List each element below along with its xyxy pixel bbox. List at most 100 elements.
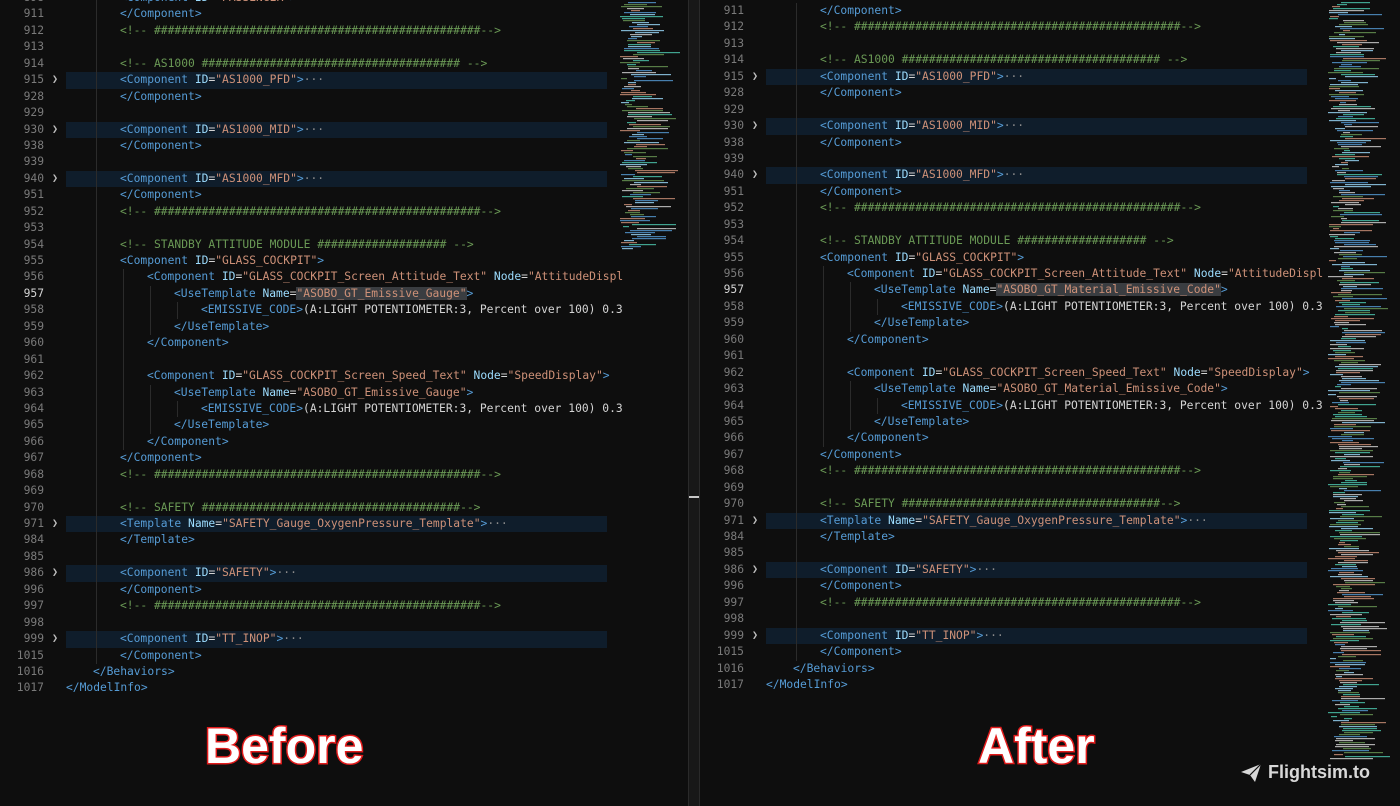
code-line[interactable]: 953	[700, 216, 1307, 234]
code-line[interactable]: 964 <EMISSIVE_CODE>(A:LIGHT POTENTIOMETER…	[700, 397, 1323, 414]
code-line[interactable]: 971 ❯ <Template Name="SAFETY_Gauge_OxygenP…	[700, 512, 1307, 529]
code-line[interactable]: 959 </UseTemplate>	[700, 315, 1307, 332]
code-text[interactable]: </Component>	[120, 89, 202, 105]
code-text[interactable]: </Component>	[120, 450, 202, 466]
code-line[interactable]: 966 </Component>	[700, 430, 1307, 447]
code-line[interactable]: 913	[0, 39, 607, 56]
code-line[interactable]: 969	[0, 483, 607, 500]
code-line[interactable]: 957 <UseTemplate Name="ASOBO_GT_Emissive_…	[0, 285, 607, 303]
code-line[interactable]: 1016 </Behaviors>	[0, 664, 607, 680]
fold-chevron-icon[interactable]: ❯	[52, 171, 58, 187]
code-line[interactable]: 928 </Component>	[0, 88, 607, 106]
code-line[interactable]: 912 <!-- ################################…	[0, 22, 607, 40]
code-line[interactable]: 952 <!-- ################################…	[700, 200, 1307, 217]
code-text[interactable]: <EMISSIVE_CODE>(A:LIGHT POTENTIOMETER:3,…	[201, 302, 623, 318]
code-line[interactable]: 928 </Component>	[700, 85, 1307, 102]
code-line[interactable]: 940 ❯ <Component ID="AS1000_MFD">···	[700, 167, 1307, 184]
code-line[interactable]: 963 <UseTemplate Name="ASOBO_GT_Material_…	[700, 381, 1307, 398]
code-line[interactable]: 965 </UseTemplate>	[0, 417, 607, 434]
code-line[interactable]: 939	[0, 154, 607, 171]
code-text[interactable]: </Component>	[120, 582, 202, 598]
code-line[interactable]: 938 </Component>	[700, 134, 1307, 151]
fold-chevron-icon[interactable]: ❯	[52, 516, 58, 532]
code-line[interactable]: 929	[700, 101, 1307, 119]
minimap-before[interactable]	[618, 0, 688, 806]
code-line[interactable]: 996 </Component>	[0, 581, 607, 599]
code-text[interactable]: </Component>	[820, 447, 902, 463]
code-line[interactable]: 970 <!-- SAFETY #########################…	[0, 499, 607, 516]
code-text[interactable]: </Component>	[120, 138, 202, 154]
fold-chevron-icon[interactable]: ❯	[752, 167, 758, 183]
code-text[interactable]: <Component ID="AS1000_PFD">···	[820, 69, 1024, 85]
code-text[interactable]: <!-- ###################################…	[820, 200, 1201, 216]
fold-chevron-icon[interactable]: ❯	[52, 72, 58, 88]
code-area-before[interactable]: 898<Component ID="PASSENGER">911</Compon…	[0, 0, 623, 697]
code-text[interactable]: <UseTemplate Name="ASOBO_GT_Material_Emi…	[874, 381, 1228, 397]
code-text[interactable]: <Component ID="AS1000_MID">···	[120, 122, 324, 138]
code-line[interactable]: 1016 </Behaviors>	[700, 661, 1307, 677]
code-line[interactable]: 968 <!-- ################################…	[0, 466, 607, 484]
code-text[interactable]: </Component>	[847, 332, 929, 348]
code-line[interactable]: 984 </Template>	[0, 532, 607, 549]
code-text[interactable]: </Component>	[820, 135, 902, 151]
code-line[interactable]: 955 <Component ID="GLASS_COCKPIT">	[0, 253, 607, 270]
code-line[interactable]: 966 </Component>	[0, 433, 607, 451]
code-text[interactable]: <Component ID="AS1000_MFD">···	[120, 171, 324, 187]
code-text[interactable]: <!-- AS1000 ############################…	[820, 52, 1187, 68]
code-text[interactable]: <!-- SAFETY ############################…	[820, 496, 1180, 512]
code-line[interactable]: 996 </Component>	[700, 578, 1307, 595]
code-text[interactable]: <Component ID="GLASS_COCKPIT_Screen_Atti…	[847, 266, 1323, 282]
code-line[interactable]: 997 <!-- ################################…	[700, 594, 1307, 612]
code-line[interactable]: 964 <EMISSIVE_CODE>(A:LIGHT POTENTIOMETER…	[0, 400, 623, 418]
fold-chevron-icon[interactable]: ❯	[752, 118, 758, 134]
code-line[interactable]: 952 <!-- ################################…	[0, 203, 607, 221]
code-line[interactable]: 939	[700, 150, 1307, 168]
code-text[interactable]: </ModelInfo>	[766, 677, 848, 693]
code-text[interactable]: </Template>	[820, 529, 895, 545]
code-text[interactable]: </ModelInfo>	[66, 680, 148, 696]
code-line[interactable]: 961	[700, 348, 1307, 365]
fold-chevron-icon[interactable]: ❯	[752, 513, 758, 529]
code-text[interactable]: <Component ID="GLASS_COCKPIT_Screen_Spee…	[147, 368, 610, 384]
code-text[interactable]: <Component ID="GLASS_COCKPIT">	[120, 253, 324, 269]
code-text[interactable]: <!-- ###################################…	[120, 598, 501, 614]
code-text[interactable]: <!-- ###################################…	[120, 204, 501, 220]
code-line[interactable]: 930 ❯ <Component ID="AS1000_MID">···	[700, 118, 1307, 135]
code-line[interactable]: 940 ❯ <Component ID="AS1000_MFD">···	[0, 170, 607, 188]
code-text[interactable]: <UseTemplate Name="ASOBO_GT_Emissive_Gau…	[174, 286, 473, 302]
code-text[interactable]: <Component ID="SAFETY">···	[120, 565, 297, 581]
scrollbar-marker[interactable]	[689, 496, 699, 498]
code-text[interactable]: <Component ID="GLASS_COCKPIT_Screen_Atti…	[147, 269, 623, 285]
code-line[interactable]: 951 </Component>	[0, 187, 607, 204]
code-line[interactable]: 951 </Component>	[700, 183, 1307, 201]
code-text[interactable]: </UseTemplate>	[174, 417, 269, 433]
code-text[interactable]: <UseTemplate Name="ASOBO_GT_Material_Emi…	[874, 282, 1228, 298]
code-text[interactable]: </Template>	[120, 532, 195, 548]
code-line[interactable]: 997 <!-- ################################…	[0, 598, 607, 615]
code-line[interactable]: 930 ❯ <Component ID="AS1000_MID">···	[0, 121, 607, 138]
code-line[interactable]: 984 </Template>	[700, 529, 1307, 546]
code-text[interactable]: <Component ID="GLASS_COCKPIT">	[820, 250, 1024, 266]
code-line[interactable]: 1017 </ModelInfo>	[0, 680, 607, 696]
code-text[interactable]: <Component ID="TT_INOP">···	[820, 628, 1004, 644]
fold-chevron-icon[interactable]: ❯	[752, 628, 758, 644]
code-text[interactable]: <Component ID="AS1000_MFD">···	[820, 167, 1024, 183]
pane-divider[interactable]	[688, 0, 700, 806]
code-text[interactable]: <Component ID="AS1000_MID">···	[820, 118, 1024, 134]
code-area-after[interactable]: 911 </Component> 912 <!-- #################…	[700, 3, 1323, 693]
code-line[interactable]: 998	[700, 611, 1307, 628]
code-line[interactable]: 953	[0, 220, 607, 237]
code-line[interactable]: 998	[0, 614, 607, 632]
code-line[interactable]: 970 <!-- SAFETY #########################…	[700, 496, 1307, 513]
code-line[interactable]: 985	[0, 548, 607, 566]
code-text[interactable]: </Component>	[120, 187, 202, 203]
code-line[interactable]: 1015 </Component>	[0, 647, 607, 664]
code-line[interactable]: 963 <UseTemplate Name="ASOBO_GT_Emissive_…	[0, 384, 607, 401]
code-line[interactable]: 962 <Component ID="GLASS_COCKPIT_Screen_S…	[0, 368, 610, 385]
code-line[interactable]: 986 ❯ <Component ID="SAFETY">···	[700, 561, 1307, 579]
code-text[interactable]: </Component>	[147, 335, 229, 351]
fold-chevron-icon[interactable]: ❯	[752, 562, 758, 578]
code-line[interactable]: 938 </Component>	[0, 137, 607, 155]
code-text[interactable]: <!-- ###################################…	[820, 19, 1201, 35]
code-line[interactable]: 954 <!-- STANDBY ATTITUDE MODULE ########…	[0, 236, 607, 253]
